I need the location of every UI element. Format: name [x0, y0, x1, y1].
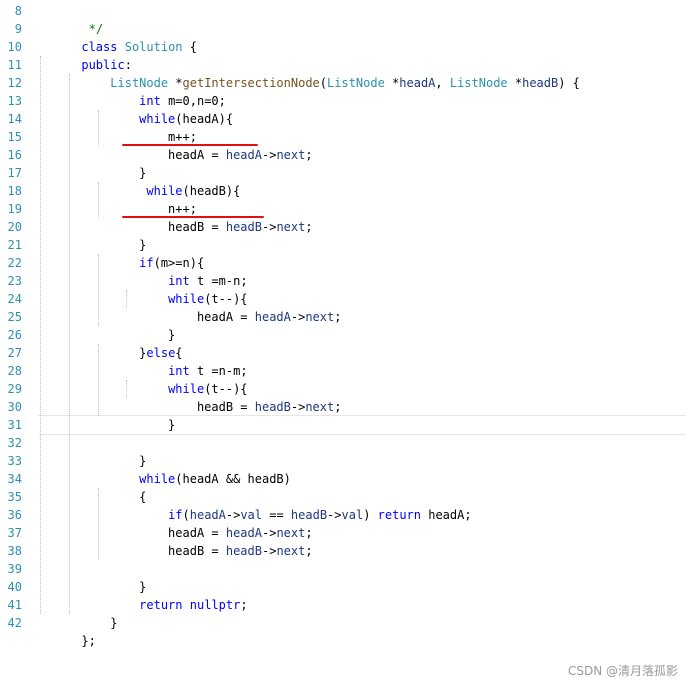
- keyword-token: return: [139, 598, 183, 612]
- line-number: 39: [7, 562, 22, 576]
- line-number: 37: [7, 526, 22, 540]
- line-number: 15: [7, 130, 22, 144]
- keyword-token: nullptr: [189, 598, 241, 612]
- type-token: ListNode: [449, 76, 508, 90]
- line-number: 18: [7, 184, 22, 198]
- line-number: 25: [7, 310, 22, 324]
- line-number: 24: [7, 292, 22, 306]
- line-number: 40: [7, 580, 22, 594]
- line-number: 28: [7, 364, 22, 378]
- line-number: 35: [7, 490, 22, 504]
- type-token: ListNode: [327, 76, 385, 90]
- line-number: 32: [7, 436, 22, 450]
- line-number: 16: [7, 148, 22, 162]
- red-underline-annotation: [122, 216, 264, 218]
- line-number: 8: [14, 4, 22, 18]
- line-number: 9: [14, 22, 22, 36]
- code-editor[interactable]: 8 9 10 11 12 13 14 15 16 17 18 19 20 21 …: [0, 0, 686, 648]
- param-token: headA: [399, 76, 436, 90]
- line-number: 10: [7, 40, 22, 54]
- line-number: 30: [7, 400, 22, 414]
- line-number: 26: [7, 328, 22, 342]
- line-number: 22: [7, 256, 22, 270]
- line-number: 23: [7, 274, 22, 288]
- line-number: 29: [7, 382, 22, 396]
- type-token: Solution: [124, 40, 183, 54]
- line-number: 14: [7, 112, 22, 126]
- param-token: headB: [522, 76, 559, 90]
- keyword-token: return: [377, 508, 421, 522]
- line-number: 13: [7, 94, 22, 108]
- line-number: 38: [7, 544, 22, 558]
- line-number: 34: [7, 472, 22, 486]
- line-number: 20: [7, 220, 22, 234]
- line-number: 12: [7, 76, 22, 90]
- line-number: 41: [7, 598, 22, 612]
- line-number: 19: [7, 202, 22, 216]
- line-number: 21: [7, 238, 22, 252]
- line-number: 31: [7, 418, 22, 432]
- code-line-42: };: [81, 634, 96, 648]
- line-number: 33: [7, 454, 22, 468]
- line-number: 27: [7, 346, 22, 360]
- watermark: CSDN @清月落孤影: [567, 664, 678, 678]
- line-number: 17: [7, 166, 22, 180]
- line-number: 36: [7, 508, 22, 522]
- code-area[interactable]: */ class Solution { public: ListNode *ge…: [38, 0, 686, 648]
- line-number: 11: [7, 58, 22, 72]
- red-underline-annotation: [122, 144, 258, 146]
- line-number: 42: [7, 616, 22, 630]
- line-number-gutter: 8 9 10 11 12 13 14 15 16 17 18 19 20 21 …: [0, 0, 32, 640]
